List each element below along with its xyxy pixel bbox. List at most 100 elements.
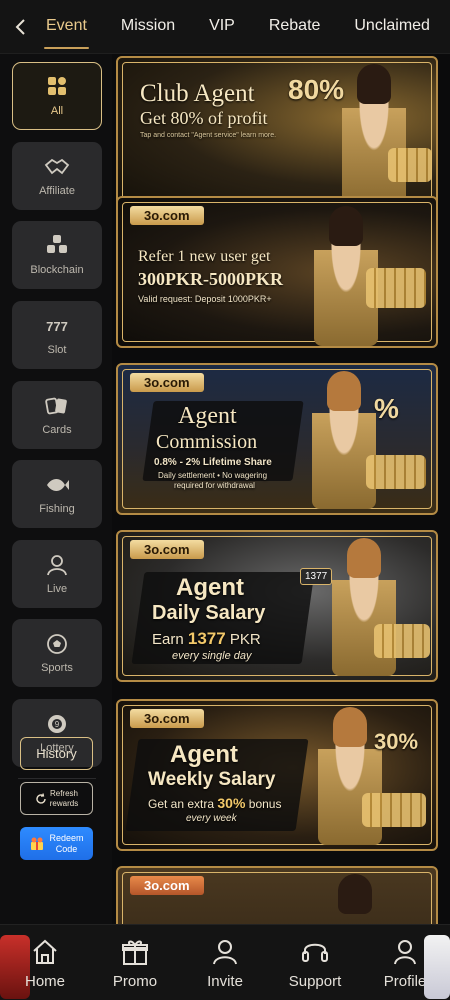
banner-rate: 0.8% - 2% Lifetime Share [154, 457, 272, 468]
history-button[interactable]: History [20, 737, 93, 770]
banner-note: every single day [172, 650, 252, 662]
nav-invite[interactable]: Invite [190, 937, 260, 990]
fish-icon [47, 479, 69, 491]
home-icon [33, 939, 57, 964]
bottom-navigation: Home Promo Invite Support Profile [0, 924, 450, 1000]
blockchain-icon [47, 235, 67, 253]
gift-sparkle-icon [31, 837, 44, 850]
back-button[interactable] [0, 0, 40, 54]
sidebar-item-label: Affiliate [39, 185, 75, 197]
banner-title-line1: Agent [176, 574, 244, 601]
sidebar-item-live[interactable]: Live [12, 540, 102, 608]
sidebar-item-label: Fishing [39, 503, 75, 515]
gold-bars-image [388, 148, 432, 182]
earn-line: Earn 1377 PKR [152, 629, 261, 649]
sidebar-item-label: Cards [42, 424, 72, 436]
hostess-hair [338, 874, 372, 914]
cards-icon [45, 397, 67, 415]
sidebar-item-slot[interactable]: 777 Slot [12, 301, 102, 369]
earn-unit: PKR [229, 631, 261, 648]
hostess-hair [327, 371, 361, 411]
chevron-left-icon [15, 18, 25, 35]
banner-title-line2: Commission [156, 431, 258, 453]
brand-tag: 3o.com [130, 540, 204, 559]
tab-mission[interactable]: Mission [115, 3, 181, 51]
grid-icon [48, 77, 66, 95]
redeem-label-line1: Redeem [49, 832, 84, 843]
banner-daily-salary[interactable]: 3o.com Agent Daily Salary Earn 1377 PKR … [116, 530, 438, 682]
sidebar-item-blockchain[interactable]: Blockchain [12, 221, 102, 289]
banner-note: every week [186, 813, 237, 824]
banner-title-line2: Daily Salary [152, 602, 266, 624]
banner-note: Valid request: Deposit 1000PKR+ [138, 294, 272, 304]
nav-promo[interactable]: Promo [100, 937, 170, 990]
top-tab-bar: Event Mission VIP Rebate Unclaimed [0, 0, 450, 54]
invite-users-icon [213, 940, 237, 965]
banner-title-line1: Agent [170, 741, 238, 768]
hostess-hair [333, 707, 367, 747]
percent-badge: % [374, 393, 399, 424]
redeem-code-button[interactable]: Redeem Code [20, 827, 93, 860]
banner-note: Tap and contact "Agent service" learn mo… [140, 132, 277, 139]
redeem-label-line2: Code [55, 843, 78, 854]
sidebar-item-label: All [50, 105, 64, 117]
sidebar-divider [18, 778, 96, 779]
sidebar-item-cards[interactable]: Cards [12, 381, 102, 449]
brand-tag: 3o.com [130, 876, 204, 895]
player-avatar-right [424, 935, 450, 999]
sidebar-item-sports[interactable]: Sports [12, 619, 102, 687]
sidebar-item-label: Sports [41, 662, 73, 674]
gold-coins-image [366, 455, 426, 489]
sidebar-item-label: Live [46, 583, 68, 595]
svg-text:9: 9 [55, 720, 60, 729]
refresh-rewards-button[interactable]: Refresh rewards [20, 782, 93, 815]
nav-label: Invite [207, 973, 243, 990]
slot-777-icon: 777 [46, 319, 68, 334]
promo-banner-list: Club Agent Get 80% of profit Tap and con… [112, 54, 450, 924]
earn-prefix: Earn [152, 631, 184, 648]
bonus-prefix: Get an extra [148, 797, 215, 811]
gold-coins-image [362, 793, 426, 827]
hostess-hair [329, 206, 363, 246]
percent-badge: 80% [288, 74, 345, 105]
tab-rebate[interactable]: Rebate [263, 3, 327, 51]
banner-partial[interactable]: 3o.com [116, 866, 438, 924]
banner-agent-commission[interactable]: 3o.com Agent Commission 0.8% - 2% Lifeti… [116, 363, 438, 515]
nav-label: Home [24, 973, 65, 990]
user-icon [394, 940, 416, 965]
gold-coins-image [374, 624, 430, 658]
banner-subtitle: Get 80% of profit [140, 108, 268, 128]
banner-note-line1: Daily settlement • No wagering [158, 471, 268, 480]
handshake-icon [44, 158, 70, 175]
sidebar-item-all[interactable]: All [12, 62, 102, 130]
banner-refer-user[interactable]: 3o.com Refer 1 new user get 300PKR-5000P… [116, 196, 438, 348]
bonus-line: Get an extra 30% bonus [148, 795, 281, 811]
dealer-icon [47, 555, 67, 576]
hostess-hair [347, 538, 381, 578]
banner-weekly-salary[interactable]: 3o.com Agent Weekly Salary Get an extra … [116, 699, 438, 851]
svg-text:777: 777 [46, 319, 68, 334]
percent-badge: 30% [374, 729, 419, 754]
sidebar-item-affiliate[interactable]: Affiliate [12, 142, 102, 210]
tab-event[interactable]: Event [40, 3, 93, 51]
tab-vip[interactable]: VIP [203, 3, 241, 51]
sidebar-item-label: Blockchain [30, 264, 84, 276]
brand-tag: 3o.com [130, 709, 204, 728]
brand-tag: 3o.com [130, 206, 204, 225]
nav-support[interactable]: Support [280, 937, 350, 990]
refresh-label-line2: rewards [49, 798, 79, 808]
tab-unclaimed[interactable]: Unclaimed [348, 3, 436, 51]
nav-label: Support [288, 973, 342, 990]
banner-club-agent[interactable]: Club Agent Get 80% of profit Tap and con… [116, 56, 438, 208]
headset-icon [302, 943, 328, 962]
brand-tag: 3o.com [130, 373, 204, 392]
bonus-pct: 30% [217, 795, 246, 811]
banner-title: Club Agent [140, 80, 255, 107]
nav-home[interactable]: Home [10, 937, 80, 990]
gift-box-image [366, 268, 426, 308]
banner-note-line2: required for withdrawal [174, 481, 255, 490]
gift-icon [122, 940, 148, 965]
sidebar-item-fishing[interactable]: Fishing [12, 460, 102, 528]
bonus-suffix: bonus [248, 797, 282, 811]
tab-list: Event Mission VIP Rebate Unclaimed [40, 3, 450, 51]
